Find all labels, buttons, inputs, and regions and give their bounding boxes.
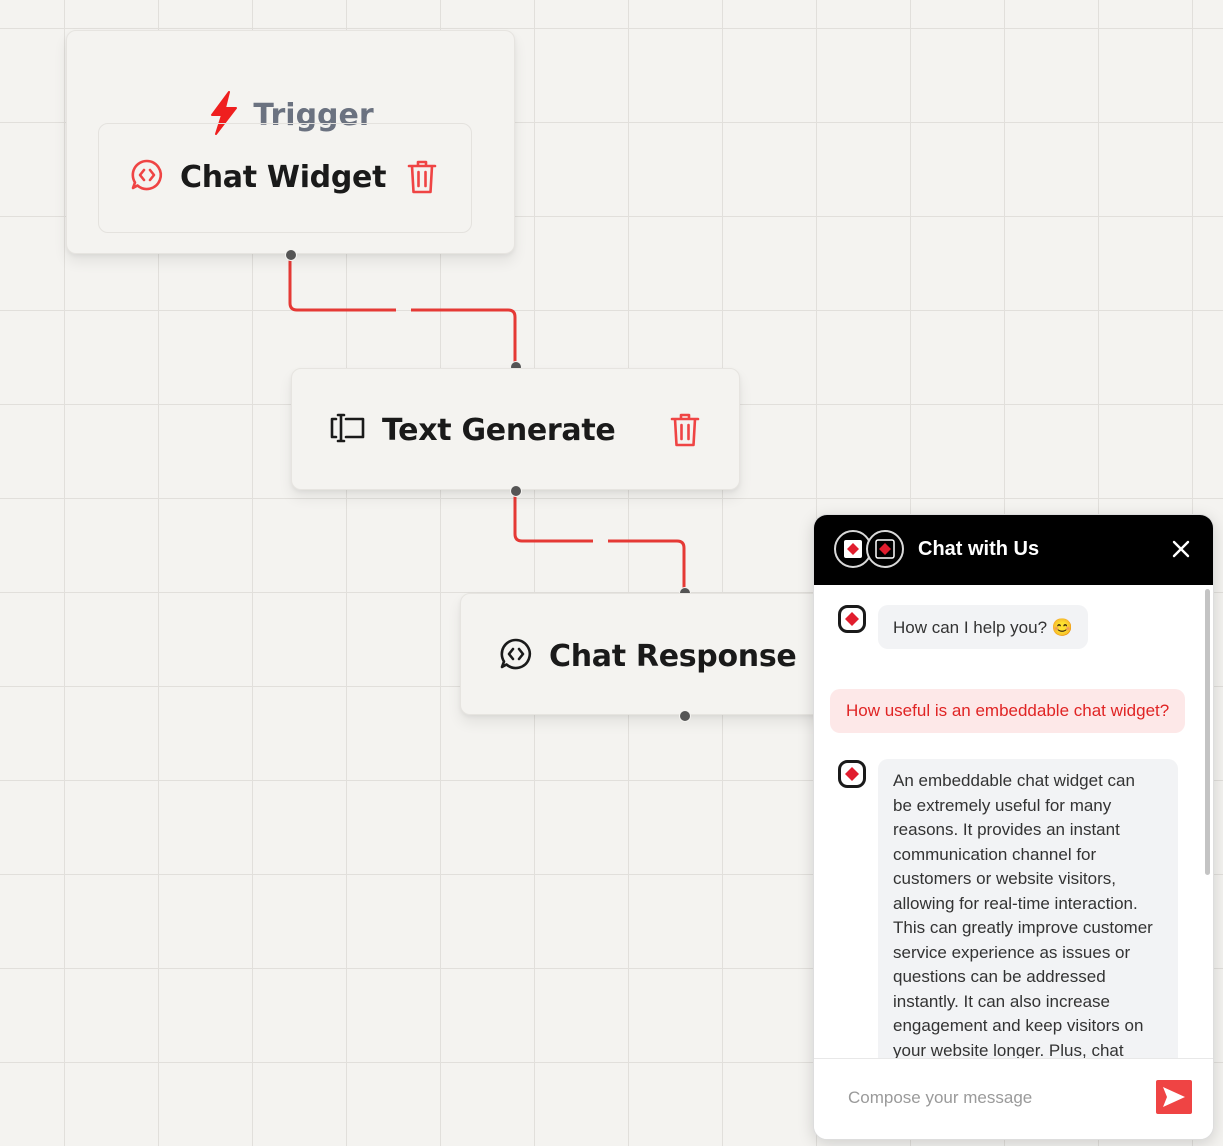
chat-widget-row: Chat Widget — [130, 158, 386, 197]
text-generate-node[interactable]: Text Generate — [291, 368, 740, 490]
bot-message-line: allowing for real-time interaction. — [893, 893, 1138, 913]
bot-message-line: be extremely useful for many — [893, 795, 1112, 815]
chat-widget-card[interactable]: Chat Widget — [98, 123, 472, 233]
close-icon[interactable] — [1171, 539, 1191, 559]
chat-scrollbar[interactable] — [1205, 589, 1210, 875]
wire-trigger-to-text-generate — [288, 255, 517, 367]
chat-response-label: Chat Response — [549, 639, 797, 674]
chat-widget-panel: Chat with Us How can I help you? 😊 How u… — [813, 514, 1214, 1140]
bot-message-line: questions can be addressed — [893, 967, 1106, 986]
chat-title: Chat with Us — [918, 538, 1040, 560]
bot-avatar-icon — [838, 605, 866, 633]
bot-message-line: reasons. It provides an instant — [893, 820, 1120, 839]
bot-message-line: engagement and keep visitors on — [893, 1016, 1144, 1035]
bot-avatar-icon — [838, 760, 866, 788]
text-generate-row: Text Generate — [330, 411, 616, 450]
text-generate-output-handle[interactable] — [510, 485, 522, 497]
bot-message-bubble: How can I help you? 😊 — [878, 605, 1088, 649]
chat-header: Chat with Us — [814, 515, 1213, 585]
chat-compose-area — [814, 1058, 1213, 1139]
bot-message-line: customers or website visitors, — [893, 869, 1116, 888]
chat-response-row: Chat Response — [499, 637, 797, 676]
chat-code-bubble-icon — [499, 637, 533, 676]
text-cursor-icon — [330, 411, 366, 450]
bot-message-bubble: An embeddable chat widget can be extreme… — [878, 759, 1178, 1059]
chat-messages[interactable]: How can I help you? 😊 How useful is an e… — [814, 585, 1213, 1059]
compose-message-input[interactable] — [834, 1077, 1150, 1119]
wire-text-generate-to-chat-response — [513, 490, 686, 592]
bot-avatar-icon — [866, 530, 904, 568]
trigger-output-handle[interactable] — [285, 249, 297, 261]
bot-message-line: instantly. It can also increase — [893, 991, 1111, 1011]
chat-response-output-handle[interactable] — [679, 710, 691, 722]
bot-message-text: How can I help you? 😊 — [893, 618, 1073, 637]
delete-chat-widget-trash-icon[interactable] — [407, 159, 437, 200]
text-generate-label: Text Generate — [382, 413, 616, 448]
chat-code-bubble-icon — [130, 158, 164, 197]
user-message-text: How useful is an embeddable chat widget? — [846, 701, 1170, 720]
user-message-bubble: How useful is an embeddable chat widget? — [830, 689, 1186, 733]
bot-message-line: This can greatly improve customer — [893, 918, 1153, 937]
bot-message-line: service experience as issues or — [893, 942, 1131, 962]
trigger-node[interactable]: Trigger Chat Widget — [66, 30, 515, 254]
bot-message-line: communication channel for — [893, 844, 1097, 864]
chat-widget-label: Chat Widget — [180, 160, 387, 195]
send-arrow-icon[interactable] — [1156, 1080, 1192, 1114]
bot-message-line: An embeddable chat widget can — [893, 771, 1135, 790]
delete-text-generate-trash-icon[interactable] — [670, 412, 700, 453]
bot-message-line: your website longer. Plus, chat — [893, 1040, 1124, 1060]
